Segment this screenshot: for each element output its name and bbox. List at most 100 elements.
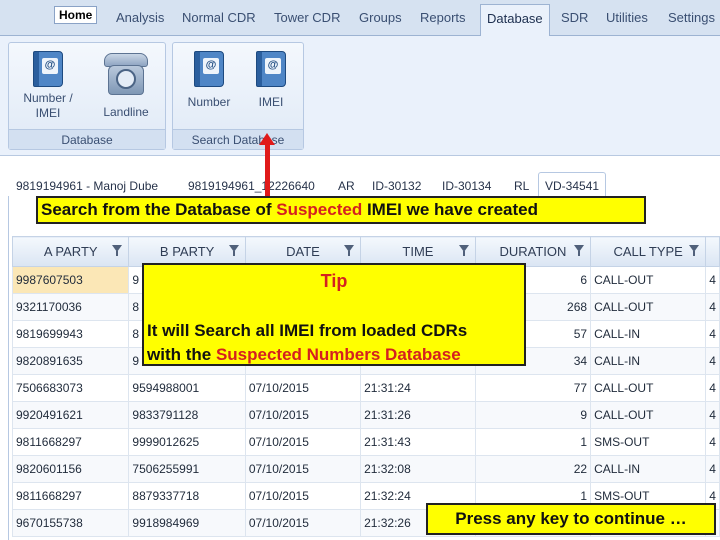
table-cell[interactable]: 9833791128 [128,401,246,429]
red-arrow-head-icon [259,133,275,145]
table-cell[interactable]: 4 [705,347,720,375]
table-cell[interactable]: 9999012625 [128,428,246,456]
table-cell[interactable]: 07/10/2015 [244,374,362,402]
tab-settings[interactable]: Settings [668,10,715,25]
table-cell[interactable]: 9920491621 [11,401,130,429]
table-cell[interactable]: CALL-IN [590,320,707,348]
table-cell[interactable]: CALL-OUT [590,374,707,402]
table-cell[interactable]: 21:31:26 [360,401,476,429]
red-arrow-line [265,143,270,201]
column-call-type[interactable]: CALL TYPE [590,236,707,267]
tab-utilities[interactable]: Utilities [606,10,648,25]
filter-icon[interactable] [574,245,585,257]
tab-rl[interactable]: RL [514,179,529,193]
table-cell[interactable]: 07/10/2015 [244,509,362,537]
tab-sdr[interactable]: SDR [561,10,588,25]
tab-12226640[interactable]: 9819194961_12226640 [188,179,315,193]
table-cell[interactable]: 4 [705,428,720,456]
table-cell[interactable]: 9918984969 [128,509,246,537]
table-cell[interactable]: CALL-OUT [590,293,707,321]
filter-icon[interactable] [112,245,123,257]
ribbon: Number / IMEI Landline Database Number I… [0,36,720,156]
filter-icon[interactable] [689,245,700,257]
column-duration[interactable]: DURATION [474,236,592,267]
tab-home[interactable]: Home [54,6,98,24]
table-cell[interactable]: 8879337718 [128,482,246,510]
tip-line-2: with the Suspected Numbers Database [147,343,467,367]
table-row[interactable]: 9920491621 9833791128 07/10/2015 21:31:26 9 C… [11,401,720,429]
table-cell[interactable]: 22 [474,455,592,483]
tab-analysis[interactable]: Analysis [116,10,164,25]
table-cell[interactable]: CALL-OUT [590,401,707,429]
table-cell[interactable]: 7506683073 [11,374,130,402]
table-row[interactable]: 9820601156 7506255991 07/10/2015 21:32:08 22… [11,455,720,483]
tab-id-30134[interactable]: ID-30134 [442,179,491,193]
database-group-title: Database [9,129,165,149]
table-cell[interactable]: 9820891635 [11,347,130,375]
table-cell[interactable]: 4 [705,320,720,348]
tip-body: It will Search all IMEI from loaded CDRs… [147,319,467,367]
tab-ar[interactable]: AR [338,179,355,193]
table-cell[interactable]: 1 [474,428,592,456]
table-cell[interactable]: 4 [705,293,720,321]
table-cell[interactable]: 21:31:24 [360,374,476,402]
filter-icon[interactable] [228,245,239,257]
tip-line-1: It will Search all IMEI from loaded CDRs [147,321,468,340]
table-cell[interactable]: SMS-OUT [590,428,707,456]
table-cell[interactable]: 9987607503 [11,266,130,294]
tab-vd-34541[interactable]: VD-34541 [538,172,607,196]
search-database-group: Number IMEI Search Database [172,42,304,150]
column-time[interactable]: TIME [360,236,476,267]
tip-line-2-prefix: with the [147,345,216,364]
table-cell[interactable]: 9 [474,401,592,429]
landline-button[interactable]: Landline [93,51,159,120]
table-row[interactable]: 7506683073 9594988001 07/10/2015 21:31:24 77… [11,374,720,402]
table-cell[interactable]: CALL-IN [590,455,707,483]
tab-groups[interactable]: Groups [359,10,402,25]
table-cell[interactable]: 07/10/2015 [244,455,362,483]
tab-normal-cdr[interactable]: Normal CDR [182,10,256,25]
table-cell[interactable]: 4 [705,266,720,294]
column-date[interactable]: DATE [244,236,362,267]
table-cell[interactable]: 9811668297 [11,428,130,456]
table-cell[interactable]: 9670155738 [11,509,130,537]
table-cell[interactable]: CALL-OUT [590,266,707,294]
number-imei-button[interactable]: Number / IMEI [13,51,83,121]
table-cell[interactable]: 07/10/2015 [244,482,362,510]
tab-manoj-dube[interactable]: 9819194961 - Manoj Dube [16,179,158,193]
tab-reports[interactable]: Reports [420,10,466,25]
table-cell[interactable]: 9811668297 [11,482,130,510]
table-cell[interactable]: 07/10/2015 [244,428,362,456]
search-imei-button[interactable]: IMEI [241,51,301,110]
table-cell[interactable]: 77 [474,374,592,402]
press-any-key-button[interactable]: Press any key to continue … [426,503,716,535]
tab-database[interactable]: Database [480,4,550,37]
search-number-label: Number [187,95,231,109]
tab-tower-cdr[interactable]: Tower CDR [274,10,340,25]
search-number-button[interactable]: Number [177,51,241,110]
table-cell[interactable]: 4 [705,401,720,429]
address-book-icon [33,51,63,87]
column-b-party-label: B PARTY [159,244,215,259]
table-cell[interactable]: 07/10/2015 [244,401,362,429]
table-cell[interactable]: 9820601156 [11,455,130,483]
table-cell[interactable]: 9321170036 [11,293,130,321]
table-row[interactable]: 9811668297 9999012625 07/10/2015 21:31:43 1 S… [11,428,720,456]
tab-id-30132[interactable]: ID-30132 [372,179,421,193]
table-cell[interactable]: 7506255991 [128,455,246,483]
number-imei-label-2: IMEI [35,106,61,120]
column-overflow [705,236,720,267]
callout-suffix: IMEI we have created [362,200,538,219]
filter-icon[interactable] [344,245,355,257]
table-cell[interactable]: 21:32:08 [360,455,476,483]
table-cell[interactable]: 9819699943 [11,320,130,348]
table-cell[interactable]: 4 [705,455,720,483]
table-cell[interactable]: 21:31:43 [360,428,476,456]
column-b-party[interactable]: B PARTY [128,236,246,267]
column-a-party[interactable]: A PARTY [11,236,130,267]
callout-highlight: Suspected [276,200,363,219]
filter-icon[interactable] [458,245,469,257]
table-cell[interactable]: CALL-IN [590,347,707,375]
table-cell[interactable]: 4 [705,374,720,402]
table-cell[interactable]: 9594988001 [128,374,246,402]
